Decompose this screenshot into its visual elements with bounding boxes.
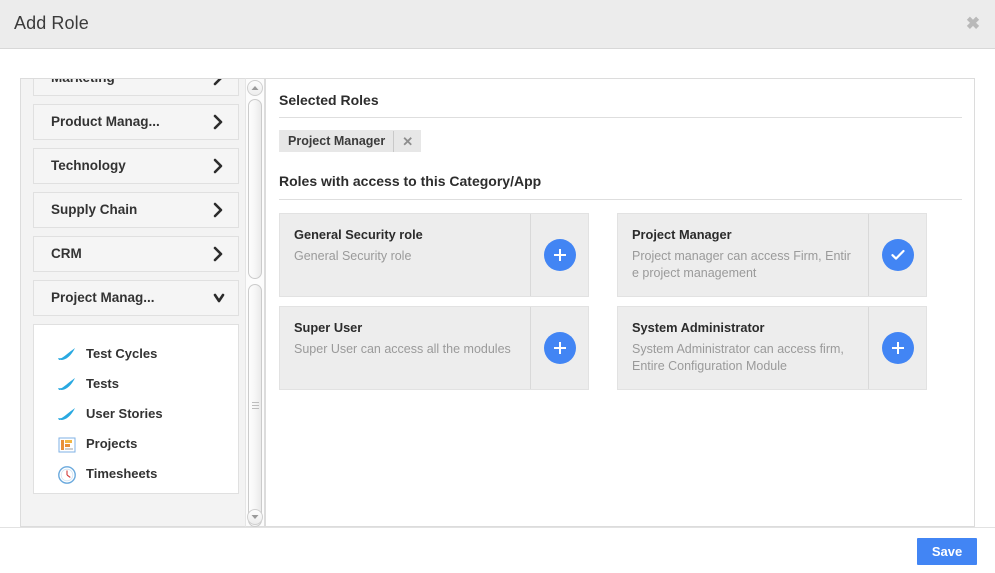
- add-role-button[interactable]: [868, 307, 926, 389]
- role-card-body: System Administrator System Administrato…: [618, 307, 868, 389]
- leaf-icon: [56, 374, 78, 396]
- sidebar-subitem-label: Tests: [86, 376, 119, 391]
- selected-role-label: Project Manager: [288, 134, 386, 148]
- project-management-subitems: Test Cycles Tests User Stories Projects …: [33, 324, 239, 494]
- roles-access-title: Roles with access to this Category/App: [279, 173, 542, 189]
- scrollbar-thumb[interactable]: [248, 284, 262, 527]
- modal-footer: Save: [0, 527, 995, 573]
- sidebar-subitem-tests[interactable]: Tests: [34, 371, 238, 401]
- chevron-right-icon: [212, 245, 225, 263]
- clock-icon: [56, 464, 78, 486]
- selected-roles-title: Selected Roles: [279, 92, 379, 108]
- sidebar-subitem-label: Timesheets: [86, 466, 158, 481]
- role-card-row: General Security role General Security r…: [279, 213, 962, 297]
- plus-icon: [543, 239, 576, 271]
- sidebar-subitem-user-stories[interactable]: User Stories: [34, 401, 238, 431]
- sidebar-subitem-label: Test Cycles: [86, 346, 158, 361]
- role-card-body: Project Manager Project manager can acce…: [618, 214, 868, 296]
- category-scrollbar[interactable]: [245, 78, 265, 527]
- scroll-up-icon[interactable]: [247, 80, 263, 96]
- selected-role-chip: Project Manager ✕: [279, 130, 422, 152]
- role-card-body: General Security role General Security r…: [280, 214, 530, 296]
- chevron-right-icon: [212, 113, 225, 131]
- leaf-icon: [56, 344, 78, 366]
- role-card-description: General Security role: [294, 249, 412, 263]
- divider: [279, 199, 962, 200]
- role-card-name: Super User: [294, 320, 363, 335]
- page-title: Add Role: [14, 13, 89, 33]
- roles-panel: Selected Roles Project Manager ✕ Roles w…: [265, 78, 975, 527]
- sidebar-item-technology[interactable]: Technology: [33, 148, 239, 184]
- sidebar-item-label: Project Manag...: [51, 290, 155, 305]
- sidebar-item-label: Product Manag...: [51, 114, 160, 129]
- category-list: Marketing Product Manag... Technology: [33, 79, 239, 494]
- sidebar-item-supply-chain[interactable]: Supply Chain: [33, 192, 239, 228]
- role-card-description: System Administrator can access firm, En…: [632, 342, 844, 373]
- remove-role-icon[interactable]: ✕: [393, 130, 421, 152]
- scrollbar-grip-icon: [252, 401, 259, 411]
- role-card-general-security-role: General Security role General Security r…: [279, 213, 589, 297]
- role-card-super-user: Super User Super User can access all the…: [279, 306, 589, 390]
- sidebar-item-label: Supply Chain: [51, 202, 138, 217]
- remove-role-button[interactable]: [868, 214, 926, 296]
- add-role-modal: Add Role ✖ Marketing Product Manag...: [0, 0, 995, 573]
- sidebar-item-product-management[interactable]: Product Manag...: [33, 104, 239, 140]
- add-role-button[interactable]: [530, 307, 588, 389]
- role-card-system-administrator: System Administrator System Administrato…: [617, 306, 927, 390]
- modal-body: Marketing Product Manag... Technology: [0, 49, 995, 527]
- divider: [279, 117, 962, 118]
- sidebar-subitem-projects[interactable]: Projects: [34, 431, 238, 461]
- gantt-chart-icon: [56, 434, 78, 456]
- sidebar-item-label: CRM: [51, 246, 82, 261]
- role-card-name: General Security role: [294, 227, 423, 242]
- sidebar-item-label: Technology: [51, 158, 126, 173]
- category-viewport: Marketing Product Manag... Technology: [33, 79, 239, 526]
- role-card-name: Project Manager: [632, 227, 732, 242]
- sidebar-item-marketing[interactable]: Marketing: [33, 79, 239, 96]
- check-icon: [881, 239, 914, 271]
- sidebar-item-label: Marketing: [51, 79, 115, 85]
- sidebar-subitem-test-cycles[interactable]: Test Cycles: [34, 341, 238, 371]
- add-role-button[interactable]: [530, 214, 588, 296]
- chevron-right-icon: [212, 79, 225, 87]
- category-panel: Marketing Product Manag... Technology: [20, 78, 265, 527]
- sidebar-item-crm[interactable]: CRM: [33, 236, 239, 272]
- chevron-down-icon: [212, 289, 225, 307]
- scroll-down-icon[interactable]: [247, 509, 263, 525]
- sidebar-item-project-management[interactable]: Project Manag...: [33, 280, 239, 316]
- role-card-body: Super User Super User can access all the…: [280, 307, 530, 389]
- sidebar-subitem-label: User Stories: [86, 406, 163, 421]
- scrollbar-thumb-upper[interactable]: [248, 99, 262, 279]
- role-card-grid: General Security role General Security r…: [279, 213, 962, 399]
- sidebar-subitem-timesheets[interactable]: Timesheets: [34, 461, 238, 491]
- role-card-name: System Administrator: [632, 320, 765, 335]
- role-card-description: Super User can access all the modules: [294, 342, 511, 356]
- role-card-project-manager: Project Manager Project manager can acce…: [617, 213, 927, 297]
- role-card-description: Project manager can access Firm, Entire …: [632, 249, 851, 280]
- leaf-icon: [56, 404, 78, 426]
- close-icon[interactable]: ✖: [963, 14, 983, 34]
- plus-icon: [543, 332, 576, 364]
- chevron-right-icon: [212, 157, 225, 175]
- sidebar-subitem-label: Projects: [86, 436, 138, 451]
- plus-icon: [881, 332, 914, 364]
- chevron-right-icon: [212, 201, 225, 219]
- save-button[interactable]: Save: [917, 538, 977, 565]
- role-card-row: Super User Super User can access all the…: [279, 306, 962, 390]
- modal-header: Add Role ✖: [0, 0, 995, 49]
